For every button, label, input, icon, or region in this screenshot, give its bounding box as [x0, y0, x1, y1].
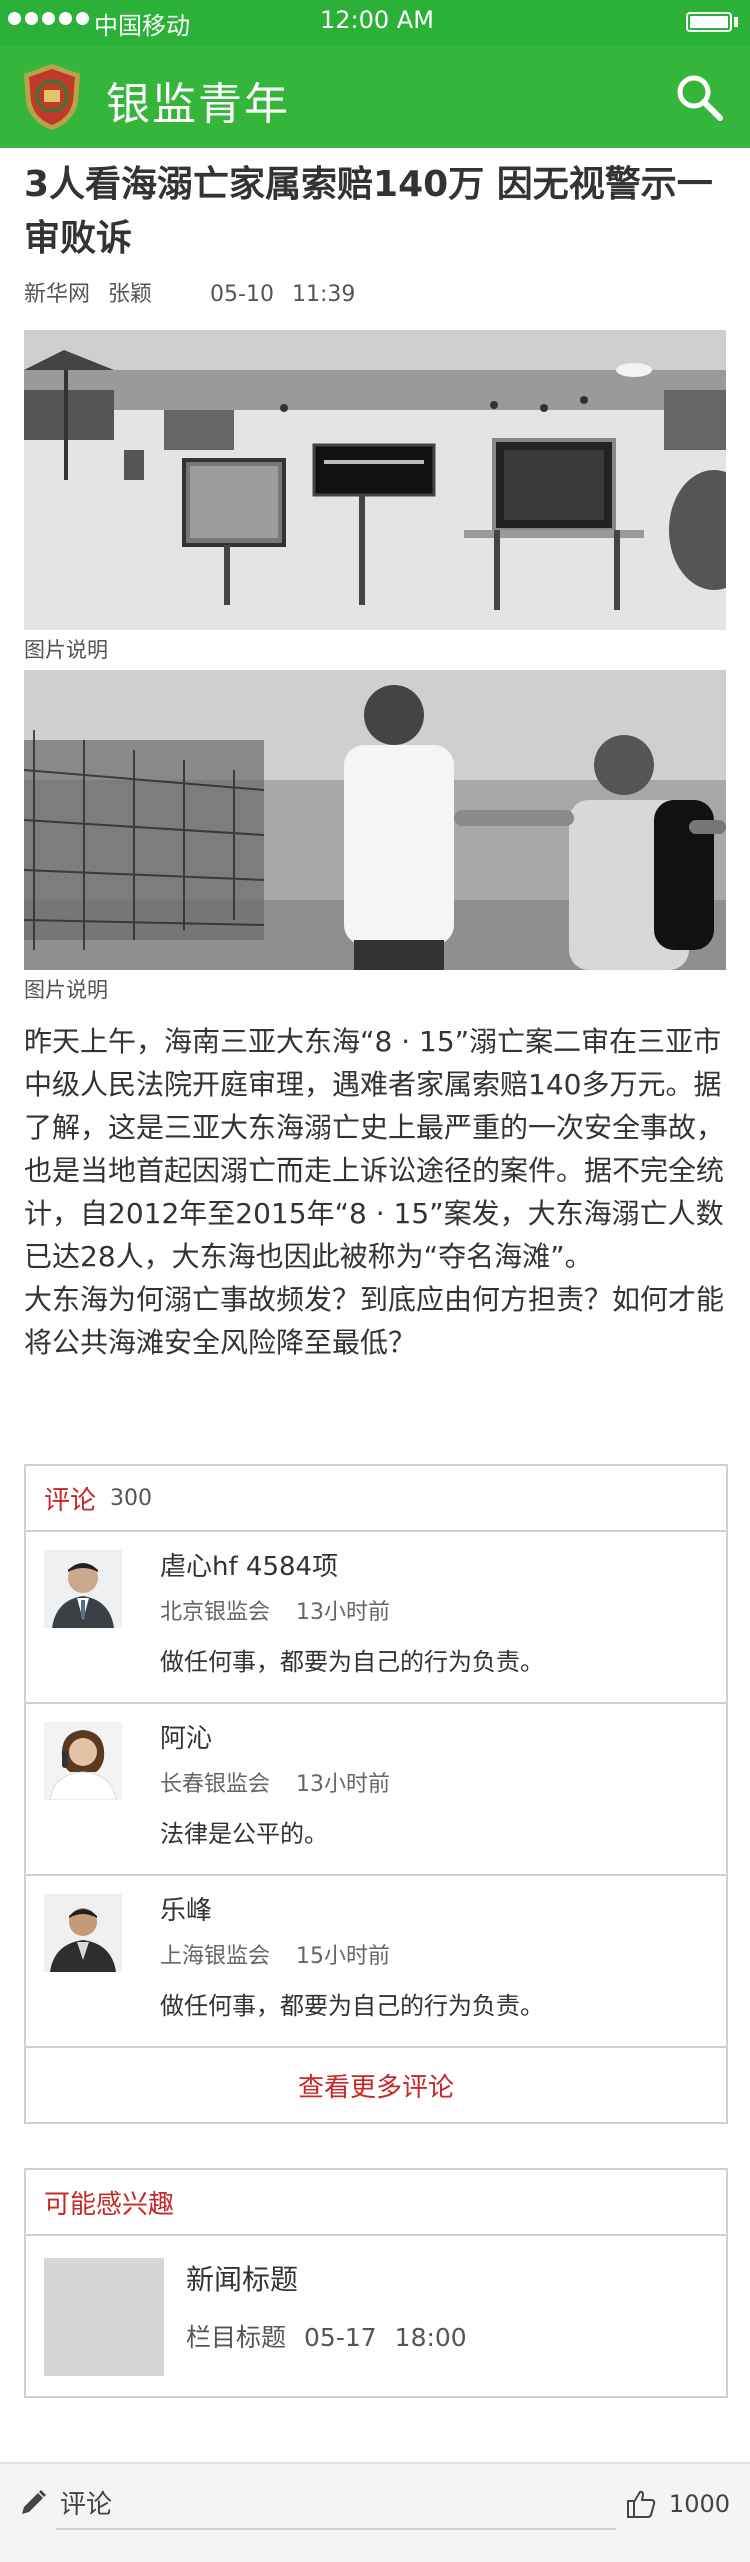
comment-org: 长春银监会 13小时前 [160, 1766, 390, 1798]
comment-item: 乐峰 上海银监会 15小时前 做任何事，都要为自己的行为负责。 [26, 1876, 726, 2048]
comments-count: 300 [110, 1485, 153, 1511]
comment-entry-label: 评论 [60, 2490, 113, 2520]
app-bar: 银监青年 [0, 46, 750, 148]
comments-card: 评论 300 虐心hf 4584项 北京银监会 13小时前 做任何事，都要为自己的… [24, 1464, 728, 2124]
article-meta: 新华网 张颖 05-10 11:39 [24, 276, 726, 316]
comment-username[interactable]: 阿沁 [160, 1718, 212, 1755]
article-author: 张颖 [108, 282, 153, 307]
comment-item: 阿沁 长春银监会 13小时前 法律是公平的。 [26, 1704, 726, 1876]
battery-icon [686, 12, 732, 32]
article-source: 新华网 [24, 282, 91, 307]
article-paragraph: 大东海为何溺亡事故频发？到底应由何方担责？如何才能将公共海滩安全风险降至最低？ [24, 1283, 725, 1359]
comment-time: 13小时前 [296, 1600, 391, 1625]
comment-text: 做任何事，都要为自己的行为负责。 [160, 1992, 544, 2020]
more-comments-button[interactable]: 查看更多评论 [26, 2048, 726, 2122]
photo-caption: 图片说明 [24, 638, 108, 662]
comment-org-name: 长春银监会 [160, 1772, 271, 1797]
comment-text: 做任何事，都要为自己的行为负责。 [160, 1648, 544, 1676]
comments-label: 评论 [44, 1485, 97, 1516]
article-body: 昨天上午，海南三亚大东海“8 · 15”溺亡案二审在三亚市中级人民法院开庭审理，… [24, 1020, 726, 1364]
avatar[interactable] [44, 1722, 122, 1800]
carrier-name: 中国移动 [94, 12, 190, 40]
pencil-icon [22, 2489, 46, 2514]
news-meta: 栏目标题 05-17 18:00 [186, 2318, 485, 2354]
photo-caption: 图片说明 [24, 978, 108, 1002]
article-title: 3人看海溺亡家属索赔140万 因无视警示一审败诉 [24, 164, 713, 259]
comment-org: 上海银监会 15小时前 [160, 1938, 390, 1970]
article-time: 11:39 [291, 282, 356, 307]
news-thumbnail [44, 2258, 164, 2376]
news-time: 18:00 [394, 2323, 467, 2352]
comments-header: 评论 300 [26, 1466, 726, 1532]
article-header: 3人看海溺亡家属索赔140万 因无视警示一审败诉 新华网 张颖 05-10 11:39 [24, 150, 726, 316]
related-label: 可能感兴趣 [44, 2189, 175, 2220]
article-paragraph: 昨天上午，海南三亚大东海“8 · 15”溺亡案二审在三亚市中级人民法院开庭审理，… [24, 1025, 725, 1273]
bottom-action-bar: 评论 1000 [0, 2464, 750, 2562]
status-time: 12:00 AM [320, 6, 434, 34]
signal-icon [8, 12, 89, 25]
comment-username[interactable]: 虐心hf 4584项 [160, 1546, 338, 1583]
related-news-item[interactable]: 新闻标题 栏目标题 05-17 18:00 [26, 2236, 726, 2396]
comment-entry-button[interactable]: 评论 [18, 2484, 112, 2521]
comment-org-name: 上海银监会 [160, 1944, 271, 1969]
news-column: 栏目标题 [186, 2323, 287, 2352]
comment-time: 13小时前 [296, 1772, 391, 1797]
news-date: 05-17 [304, 2323, 377, 2352]
avatar[interactable] [44, 1550, 122, 1628]
status-bar: 中国移动 12:00 AM [0, 0, 750, 46]
related-card: 可能感兴趣 新闻标题 栏目标题 05-17 18:00 [24, 2168, 728, 2398]
article-photo-people [24, 670, 726, 970]
comment-item: 虐心hf 4584项 北京银监会 13小时前 做任何事，都要为自己的行为负责。 [26, 1532, 726, 1704]
comment-org: 北京银监会 13小时前 [160, 1594, 390, 1626]
comment-org-name: 北京银监会 [160, 1600, 271, 1625]
like-button[interactable]: 1000 [625, 2488, 730, 2520]
article-photo-beach-signs [24, 330, 726, 630]
comment-text: 法律是公平的。 [160, 1820, 328, 1848]
thumbs-up-icon [626, 2490, 656, 2518]
comment-time: 15小时前 [296, 1944, 391, 1969]
app-title: 银监青年 [106, 79, 290, 130]
search-icon[interactable] [674, 72, 724, 122]
article-date: 05-10 [210, 282, 274, 307]
shield-logo [24, 64, 80, 130]
avatar[interactable] [44, 1894, 122, 1972]
news-title[interactable]: 新闻标题 [186, 2258, 298, 2298]
likes-count: 1000 [668, 2490, 730, 2518]
related-header: 可能感兴趣 [26, 2170, 726, 2236]
comment-username[interactable]: 乐峰 [160, 1890, 212, 1927]
